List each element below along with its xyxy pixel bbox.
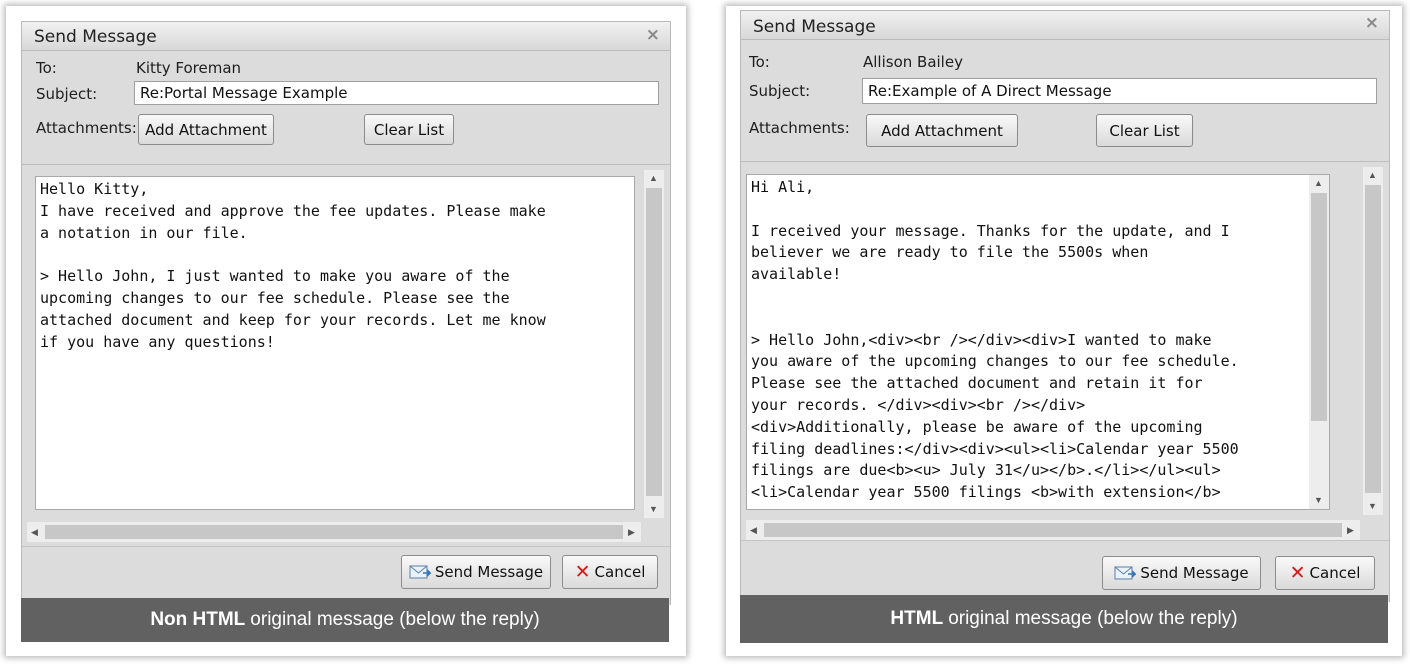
right-horizontal-scrollbar[interactable]: ◀ ▶ <box>746 520 1360 540</box>
left-dialog-footer: Send Message ✕ Cancel <box>22 546 670 605</box>
left-clear-list-label: Clear List <box>373 120 445 139</box>
right-message-body[interactable]: Hi Ali, I received your message. Thanks … <box>746 174 1330 510</box>
right-attachments-label: Attachments: <box>749 119 850 137</box>
left-message-body[interactable]: Hello Kitty, I have received and approve… <box>35 176 635 510</box>
left-scroll-right-icon[interactable]: ▶ <box>628 527 635 537</box>
right-inner-vertical-scrollbar[interactable]: ▲ ▼ <box>1309 175 1329 509</box>
right-caption-bar: HTML original message (below the reply) <box>740 595 1388 643</box>
right-outer-scroll-up-icon[interactable]: ▲ <box>1368 170 1377 180</box>
right-inner-vertical-scroll-thumb[interactable] <box>1311 193 1327 421</box>
left-subject-input[interactable] <box>134 81 659 105</box>
right-close-icon[interactable]: × <box>1365 13 1379 33</box>
left-send-message-button[interactable]: Send Message <box>401 555 551 589</box>
left-caption-bar: Non HTML original message (below the rep… <box>21 598 669 642</box>
right-outer-scroll-down-icon[interactable]: ▼ <box>1368 501 1377 511</box>
left-scroll-down-icon[interactable]: ▼ <box>649 504 658 514</box>
right-inner-scroll-up-icon[interactable]: ▲ <box>1314 178 1323 188</box>
right-clear-list-label: Clear List <box>1109 121 1180 140</box>
left-add-attachment-button[interactable]: Add Attachment <box>138 114 274 145</box>
right-screenshot-panel: Send Message × To: Allison Bailey Subjec… <box>726 6 1402 656</box>
right-to-value: Allison Bailey <box>863 53 963 71</box>
right-send-message-label: Send Message <box>1140 564 1249 582</box>
left-dialog-titlebar: Send Message × <box>22 22 670 51</box>
right-inner-scroll-down-icon[interactable]: ▼ <box>1314 495 1323 505</box>
left-header-fields: To: Kitty Foreman Subject: Attachments: … <box>22 51 670 165</box>
right-message-area: Hi Ali, I received your message. Thanks … <box>741 162 1389 540</box>
right-cancel-button[interactable]: ✕ Cancel <box>1275 556 1375 590</box>
left-scroll-up-icon[interactable]: ▲ <box>649 173 658 183</box>
left-message-area: Hello Kitty, I have received and approve… <box>22 165 670 546</box>
left-subject-label: Subject: <box>36 85 98 103</box>
left-horizontal-scrollbar[interactable]: ◀ ▶ <box>27 522 641 542</box>
left-send-message-label: Send Message <box>434 563 544 581</box>
left-horizontal-scroll-thumb[interactable] <box>45 525 623 539</box>
right-caption-text: original message (below the reply) <box>948 608 1238 629</box>
left-scroll-left-icon[interactable]: ◀ <box>31 527 38 537</box>
left-add-attachment-label: Add Attachment <box>145 120 267 139</box>
right-cancel-label: Cancel <box>1309 564 1361 582</box>
left-red-x-icon: ✕ <box>574 561 591 583</box>
right-outer-vertical-scrollbar[interactable]: ▲ ▼ <box>1363 167 1383 515</box>
left-vertical-scrollbar[interactable]: ▲ ▼ <box>644 170 664 518</box>
left-send-message-dialog: Send Message × To: Kitty Foreman Subject… <box>21 21 671 605</box>
right-add-attachment-label: Add Attachment <box>881 121 1003 140</box>
right-outer-vertical-scroll-thumb[interactable] <box>1365 185 1381 493</box>
right-dialog-title: Send Message <box>753 17 876 37</box>
right-dialog-titlebar: Send Message × <box>741 11 1389 40</box>
left-caption-text: original message (below the reply) <box>250 609 540 630</box>
right-to-label: To: <box>749 53 770 71</box>
right-send-message-button[interactable]: Send Message <box>1102 556 1261 590</box>
right-dialog-footer: Send Message ✕ Cancel <box>741 540 1389 602</box>
right-subject-input[interactable] <box>862 78 1377 104</box>
left-attachments-label: Attachments: <box>36 119 137 137</box>
right-clear-list-button[interactable]: Clear List <box>1096 114 1193 147</box>
right-add-attachment-button[interactable]: Add Attachment <box>866 114 1018 147</box>
right-horizontal-scroll-thumb[interactable] <box>764 523 1342 537</box>
left-to-label: To: <box>36 59 57 77</box>
right-envelope-icon <box>1114 566 1137 580</box>
right-send-message-dialog: Send Message × To: Allison Bailey Subjec… <box>740 10 1390 602</box>
left-to-value: Kitty Foreman <box>136 59 242 77</box>
left-cancel-label: Cancel <box>594 563 646 581</box>
left-clear-list-button[interactable]: Clear List <box>364 114 454 145</box>
left-screenshot-panel: Send Message × To: Kitty Foreman Subject… <box>6 6 686 656</box>
left-vertical-scroll-thumb[interactable] <box>646 188 662 496</box>
left-envelope-icon <box>409 565 431 579</box>
right-red-x-icon: ✕ <box>1289 562 1306 584</box>
left-caption-bold: Non HTML <box>150 609 246 630</box>
right-subject-label: Subject: <box>749 82 811 100</box>
left-cancel-button[interactable]: ✕ Cancel <box>562 555 658 589</box>
right-scroll-right-icon[interactable]: ▶ <box>1347 525 1354 535</box>
right-header-fields: To: Allison Bailey Subject: Attachments:… <box>741 44 1389 162</box>
left-close-icon[interactable]: × <box>646 25 660 45</box>
left-dialog-title: Send Message <box>34 27 157 47</box>
right-scroll-left-icon[interactable]: ◀ <box>750 525 757 535</box>
right-caption-bold: HTML <box>890 608 944 629</box>
